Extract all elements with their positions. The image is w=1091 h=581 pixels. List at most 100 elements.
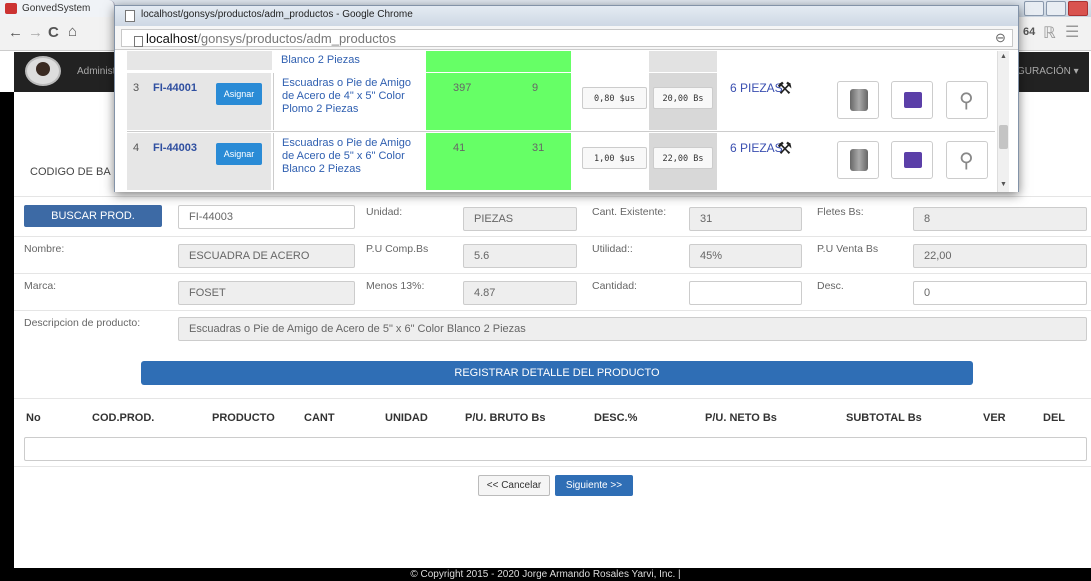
- popup-address-bar: localhost/gonsys/productos/adm_productos…: [115, 26, 1018, 50]
- stock-value: 9: [532, 82, 539, 94]
- unidad-label: Unidad:: [366, 206, 403, 218]
- edit-icon: [904, 152, 922, 168]
- close-icon[interactable]: [1068, 1, 1088, 16]
- divider: [14, 466, 1091, 467]
- scroll-down-icon[interactable]: ▼: [1000, 181, 1007, 188]
- back-icon[interactable]: ←: [8, 24, 23, 41]
- descripcion-field[interactable]: Escuadras o Pie de Amigo de Acero de 5" …: [178, 317, 1087, 341]
- cant-existente-field[interactable]: 31: [689, 207, 802, 231]
- page-icon: [134, 36, 143, 47]
- table-cell: [127, 51, 272, 70]
- divider: [14, 236, 1091, 237]
- view-button[interactable]: ⚲: [946, 141, 988, 179]
- menu-icon[interactable]: ☰: [1065, 22, 1079, 42]
- footer-copyright: © Copyright 2015 - 2020 Jorge Armando Ro…: [0, 568, 1091, 581]
- divider: [14, 398, 1091, 399]
- price-bs: 20,00 Bs: [653, 87, 713, 109]
- divider: [14, 196, 1091, 197]
- utilidad-label: Utilidad::: [592, 243, 633, 255]
- scrollbar-thumb[interactable]: [999, 125, 1008, 149]
- list-item: Blanco 2 Piezas: [281, 54, 360, 66]
- stock-cell: [426, 73, 571, 130]
- delete-button[interactable]: [837, 141, 879, 179]
- divider: [14, 310, 1091, 311]
- marca-field[interactable]: FOSET: [178, 281, 355, 305]
- home-icon[interactable]: ⌂: [68, 23, 77, 40]
- edit-button[interactable]: [891, 141, 933, 179]
- extension-r-icon[interactable]: ℝ: [1043, 23, 1056, 43]
- col-pu-neto: P/U. NETO Bs: [705, 412, 777, 424]
- desc-input[interactable]: 0: [913, 281, 1087, 305]
- utilidad-field[interactable]: 45%: [689, 244, 802, 268]
- registrar-detalle-button[interactable]: REGISTRAR DETALLE DEL PRODUCTO: [141, 361, 973, 385]
- col-unidad: UNIDAD: [385, 412, 428, 424]
- forward-icon[interactable]: →: [28, 24, 43, 41]
- popup-window-title: localhost/gonsys/productos/adm_productos…: [141, 9, 413, 20]
- browser-tab[interactable]: GonvedSystem: [0, 0, 115, 17]
- asignar-button[interactable]: Asignar: [216, 83, 262, 105]
- col-desc: DESC.%: [594, 412, 638, 424]
- edit-button[interactable]: [891, 81, 933, 119]
- price-bs: 22,00 Bs: [653, 147, 713, 169]
- cantidad-input[interactable]: [689, 281, 802, 305]
- unidad-field[interactable]: PIEZAS: [463, 207, 577, 231]
- divider: [14, 273, 1091, 274]
- product-name-cell: Escuadras o Pie de Amigo de Acero de 4" …: [273, 73, 423, 130]
- buscar-producto-button[interactable]: BUSCAR PROD.: [24, 205, 162, 227]
- col-cant: CANT: [304, 412, 335, 424]
- desc-label: Desc.: [817, 280, 844, 292]
- codigo-input[interactable]: FI-44003: [178, 205, 355, 229]
- pu-venta-label: P.U Venta Bs: [817, 243, 879, 255]
- menos-13-field[interactable]: 4.87: [463, 281, 577, 305]
- codigo-barras-label: CODIGO DE BA: [30, 166, 111, 178]
- trash-icon: [850, 89, 868, 111]
- reload-icon[interactable]: C: [48, 24, 59, 41]
- asignar-button[interactable]: Asignar: [216, 143, 262, 165]
- popup-title-bar: localhost/gonsys/productos/adm_productos…: [115, 6, 1018, 26]
- cancel-button[interactable]: << Cancelar: [478, 475, 550, 496]
- unit-label: 6 PIEZAS: [730, 141, 783, 155]
- product-code: FI-44001: [153, 82, 198, 94]
- col-subtotal: SUBTOTAL Bs: [846, 412, 922, 424]
- descripcion-label: Descripcion de producto:: [24, 317, 141, 329]
- pu-venta-field[interactable]: 22,00: [913, 244, 1087, 268]
- col-no: No: [26, 412, 41, 424]
- delete-button[interactable]: [837, 81, 879, 119]
- extension-icon[interactable]: 64: [1023, 26, 1035, 38]
- stock-cell: [426, 133, 571, 190]
- avatar: [25, 56, 61, 86]
- maximize-icon[interactable]: [1046, 1, 1066, 16]
- pu-comp-label: P.U Comp.Bs: [366, 243, 429, 255]
- app-favicon-icon: [5, 3, 17, 14]
- scroll-up-icon[interactable]: ▲: [1000, 53, 1007, 60]
- product-results-table: Blanco 2 Piezas 3 FI-44001 Asignar Escua…: [115, 51, 1018, 192]
- scrollbar[interactable]: ▲ ▼: [997, 51, 1009, 192]
- fletes-label: Fletes Bs:: [817, 206, 864, 218]
- tools-icon[interactable]: ⚒: [777, 79, 792, 99]
- page-icon: [125, 10, 135, 22]
- col-del: DEL: [1043, 412, 1065, 424]
- row-number: 3: [133, 82, 140, 94]
- zoom-icon[interactable]: ⊖: [995, 30, 1006, 46]
- admin-menu-label[interactable]: Administ: [77, 66, 115, 77]
- trash-icon: [850, 149, 868, 171]
- next-button[interactable]: Siguiente >>: [555, 475, 633, 496]
- divider: [127, 131, 995, 132]
- cant-existente-label: Cant. Existente:: [592, 206, 667, 218]
- popup-url-field[interactable]: localhost/gonsys/productos/adm_productos: [121, 29, 1013, 47]
- tab-title: GonvedSystem: [22, 3, 91, 14]
- magnifier-icon: ⚲: [959, 90, 974, 112]
- stock-value: 31: [532, 142, 545, 154]
- table-cell: [649, 51, 717, 72]
- config-menu-label[interactable]: GURACIÓN ▾: [1017, 66, 1079, 77]
- nombre-field[interactable]: ESCUADRA DE ACERO: [178, 244, 355, 268]
- magnifier-icon: ⚲: [959, 150, 974, 172]
- unit-label: 6 PIEZAS: [730, 81, 783, 95]
- minimize-icon[interactable]: [1024, 1, 1044, 16]
- pu-comp-field[interactable]: 5.6: [463, 244, 577, 268]
- fletes-field[interactable]: 8: [913, 207, 1087, 231]
- stock-value: 41: [453, 142, 466, 154]
- tools-icon[interactable]: ⚒: [777, 139, 792, 159]
- cantidad-label: Cantidad:: [592, 280, 637, 292]
- view-button[interactable]: ⚲: [946, 81, 988, 119]
